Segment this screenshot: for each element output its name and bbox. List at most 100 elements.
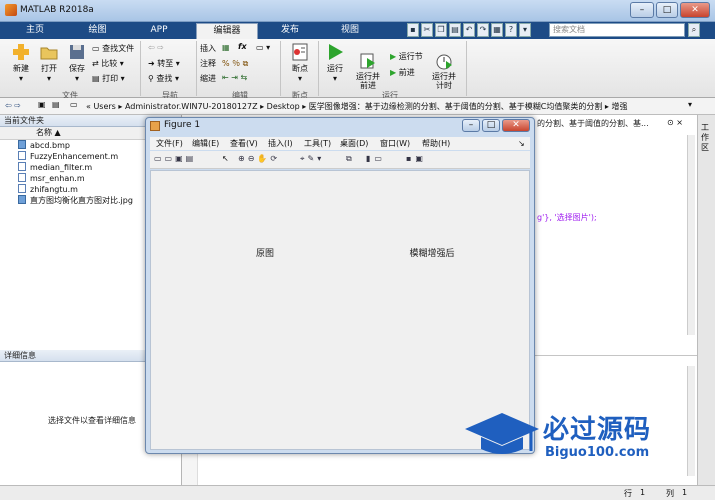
tab-editor[interactable]: 编辑器 bbox=[196, 23, 258, 39]
editor-scrollbar[interactable] bbox=[687, 135, 695, 335]
run-section-button[interactable]: ▶ 运行节 bbox=[390, 51, 423, 62]
m-file-icon bbox=[18, 151, 26, 160]
save-button[interactable]: 保存 ▾ bbox=[64, 43, 90, 83]
file-name: FuzzyEnhancement.m bbox=[30, 152, 119, 161]
copy-quick-icon[interactable]: ❐ bbox=[435, 23, 447, 37]
current-folder-path[interactable]: « Users ▸ Administrator.WIN7U-20180127Z … bbox=[86, 101, 627, 112]
tab-apps[interactable]: APP bbox=[134, 23, 184, 39]
save-label: 保存 bbox=[69, 64, 85, 73]
find-files-button[interactable]: ▭ 查找文件 bbox=[92, 43, 134, 54]
breakpoint-icon bbox=[292, 43, 308, 61]
comment-percent-icon[interactable]: % ％ ⧉ bbox=[222, 58, 248, 69]
open-button[interactable]: 打开 ▾ bbox=[36, 43, 62, 83]
tab-view[interactable]: 视图 bbox=[325, 23, 375, 39]
tab-home[interactable]: 主页 bbox=[10, 23, 60, 39]
figure-minimize-button[interactable]: – bbox=[462, 119, 480, 132]
tab-publish[interactable]: 发布 bbox=[265, 23, 315, 39]
undo-quick-icon[interactable]: ↶ bbox=[463, 23, 475, 37]
path-dropdown-icon[interactable]: ▾ bbox=[688, 100, 692, 109]
figure-menu-item[interactable]: 帮助(H) bbox=[422, 137, 450, 150]
help-quick-icon[interactable]: ? bbox=[505, 23, 517, 37]
run-button[interactable]: 运行 ▾ bbox=[322, 43, 348, 83]
run-play-icon bbox=[329, 44, 343, 60]
compare-icon: ⇄ bbox=[92, 59, 102, 68]
paste-quick-icon[interactable]: ▤ bbox=[449, 23, 461, 37]
goto-button[interactable]: ➜ 转至 ▾ bbox=[148, 58, 180, 69]
m-file-icon bbox=[18, 184, 26, 193]
save-quick-icon[interactable]: ▪ bbox=[407, 23, 419, 37]
figure-icon bbox=[150, 121, 160, 131]
switch-windows-icon[interactable]: ▦ bbox=[491, 23, 503, 37]
figure-menu-item[interactable]: 文件(F) bbox=[156, 137, 183, 150]
browse-folder-icon[interactable]: ▤ bbox=[52, 100, 60, 109]
breakpoints-button[interactable]: 断点 ▾ bbox=[284, 43, 316, 83]
open-label: 打开 bbox=[41, 64, 57, 73]
figure-menu-item[interactable]: 编辑(E) bbox=[192, 137, 219, 150]
figure-toolbar: ▭▭▣▤ ↖ ⊕⊖✋⟳ ⌖✎▾ ⧉ ▮▭ ▪▣ bbox=[150, 151, 530, 169]
search-documentation-input[interactable]: 搜索文档 bbox=[549, 23, 685, 37]
open-folder-icon bbox=[40, 47, 58, 60]
run-advance-icon bbox=[360, 53, 375, 69]
run-time-label: 运行并 计时 bbox=[432, 72, 456, 90]
advance-button[interactable]: ▶ 前进 bbox=[390, 67, 415, 78]
breakpoints-label: 断点 bbox=[292, 64, 308, 73]
graduation-cap-icon bbox=[465, 413, 539, 454]
tab-plots[interactable]: 绘图 bbox=[70, 23, 125, 39]
folder-icon: ▭ bbox=[70, 100, 78, 109]
find-files-icon: ▭ bbox=[92, 44, 103, 53]
advance-icon: ▶ bbox=[390, 68, 399, 77]
divider bbox=[318, 41, 319, 96]
new-button[interactable]: 新建 ▾ bbox=[8, 43, 34, 83]
quick-access-dropdown[interactable]: ▾ bbox=[519, 23, 531, 37]
minimize-button[interactable]: – bbox=[630, 2, 654, 18]
axes-title-enhanced: 模糊增强后 bbox=[409, 249, 455, 259]
indent-icons[interactable]: ⇤ ⇥ ⇆ bbox=[222, 73, 247, 82]
watermark-logo: 必过源码 Biguo100.com bbox=[465, 405, 700, 470]
pointer-icon[interactable]: ↖ bbox=[222, 154, 229, 163]
link-plot-icon[interactable]: ⧉ bbox=[346, 154, 352, 164]
new-label: 新建 bbox=[13, 64, 29, 73]
figure-window[interactable]: Figure 1 – □ ✕ 文件(F) 编辑(E) 查看(V) 插入(I) 工具(T)… bbox=[145, 117, 535, 454]
figure-menu-item[interactable]: 插入(I) bbox=[268, 137, 293, 150]
datacursor-brush-icons[interactable]: ⌖✎▾ bbox=[300, 154, 324, 164]
image-file-icon bbox=[18, 140, 26, 149]
title-bar: MATLAB R2018a – □ ✕ bbox=[0, 0, 715, 22]
run-section-icon: ▶ bbox=[390, 52, 399, 61]
address-bar: ⇦ ⇨ ▣ ▤ ▭ « Users ▸ Administrator.WIN7U-… bbox=[0, 98, 715, 115]
up-folder-icon[interactable]: ▣ bbox=[38, 100, 46, 109]
figure-menu-bar: 文件(F) 编辑(E) 查看(V) 插入(I) 工具(T) 桌面(D) 窗口(W) 帮助(H)… bbox=[150, 137, 530, 150]
divider bbox=[140, 41, 141, 96]
dock-figure-icon[interactable]: ↘ bbox=[518, 137, 525, 150]
figure-menu-item[interactable]: 工具(T) bbox=[304, 137, 331, 150]
find-button[interactable]: ⚲ 查找 ▾ bbox=[148, 73, 179, 84]
cut-quick-icon[interactable]: ✂ bbox=[421, 23, 433, 37]
redo-quick-icon[interactable]: ↷ bbox=[477, 23, 489, 37]
zoom-pan-rotate-icons[interactable]: ⊕⊖✋⟳ bbox=[238, 154, 280, 163]
maximize-button[interactable]: □ bbox=[656, 2, 678, 18]
col-value: 1 bbox=[682, 488, 688, 497]
indent-button[interactable]: 缩进 bbox=[200, 73, 216, 84]
figure-menu-item[interactable]: 桌面(D) bbox=[340, 137, 368, 150]
figure-file-tools-icons[interactable]: ▭▭▣▤ bbox=[154, 154, 196, 163]
row-label: 行 bbox=[624, 489, 632, 498]
search-icon[interactable]: ⌕ bbox=[688, 23, 700, 37]
figure-maximize-button[interactable]: □ bbox=[482, 119, 500, 132]
insert-button[interactable]: 插入 bbox=[200, 43, 216, 54]
insert-section-icon[interactable]: ▦ bbox=[222, 43, 230, 52]
figure-menu-item[interactable]: 查看(V) bbox=[230, 137, 258, 150]
colorbar-legend-icons[interactable]: ▮▭ bbox=[366, 154, 386, 163]
close-button[interactable]: ✕ bbox=[680, 2, 710, 18]
compare-button[interactable]: ⇄ 比较 ▾ bbox=[92, 58, 124, 69]
editor-close-icon[interactable]: ⊙ × bbox=[667, 118, 683, 127]
figure-menu-item[interactable]: 窗口(W) bbox=[380, 137, 410, 150]
comment-button[interactable]: 注释 bbox=[200, 58, 216, 69]
insert-dropdown-icon[interactable]: ▭ ▾ bbox=[256, 43, 270, 52]
workspace-label: 工作区 bbox=[701, 123, 709, 152]
plot-tools-icons[interactable]: ▪▣ bbox=[406, 154, 427, 163]
fx-button[interactable]: fx bbox=[238, 42, 247, 51]
figure-close-button[interactable]: ✕ bbox=[502, 119, 530, 132]
print-button[interactable]: ▤ 打印 ▾ bbox=[92, 73, 125, 84]
run-and-time-button[interactable]: 运行并 计时 bbox=[428, 43, 460, 99]
nav-back-forward-icons[interactable]: ⇦ ⇨ bbox=[5, 101, 21, 110]
back-forward-icon[interactable]: ⇦ ⇨ bbox=[148, 43, 164, 52]
